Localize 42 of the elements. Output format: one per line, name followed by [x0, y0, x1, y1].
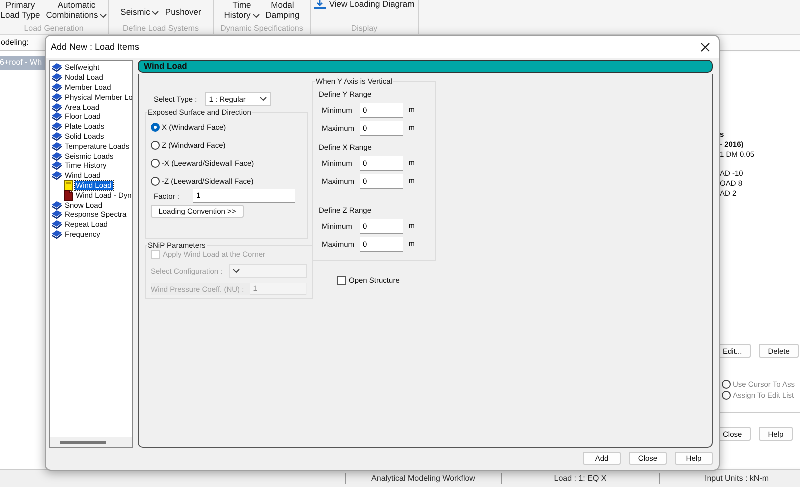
book-icon	[52, 142, 62, 151]
book-icon	[52, 171, 62, 180]
radio-button[interactable]	[722, 391, 731, 400]
window-title: Add New : Load Items	[50, 42, 140, 52]
scrollbar[interactable]	[50, 437, 132, 447]
book-icon	[52, 220, 62, 230]
book-icon	[52, 210, 62, 220]
book-icon	[52, 63, 62, 72]
status-text: Input Units : kN-m	[659, 473, 770, 484]
book-icon	[52, 200, 62, 210]
book-icon	[52, 152, 62, 161]
toolbar-label: odeling:	[0, 38, 30, 47]
book-icon	[52, 82, 62, 92]
close-icon	[700, 42, 710, 52]
document-icon	[64, 190, 73, 201]
book-icon	[52, 102, 62, 112]
group-label: Dynamic Specifications	[220, 24, 304, 33]
ribbon-button[interactable]: Time History	[224, 0, 260, 20]
panel-header: Wind Load	[138, 60, 713, 73]
ribbon-button[interactable]: Pushover	[165, 7, 202, 17]
book-icon	[52, 230, 62, 239]
ribbon-button[interactable]: Modal Damping	[266, 0, 300, 20]
group-label: Load Generation	[24, 24, 84, 33]
group-label: Define Load Systems	[122, 24, 200, 33]
book-icon	[52, 161, 62, 170]
note-icon	[64, 180, 73, 191]
status-text: Load : 1: EQ X	[501, 473, 659, 484]
ribbon-button[interactable]: Primary Load Type	[0, 0, 40, 20]
status-text: Analytical Modeling Workflow	[345, 473, 501, 484]
book-icon	[52, 112, 62, 122]
ribbon-button[interactable]: Automatic Combinations	[46, 0, 108, 20]
radio-button[interactable]	[722, 380, 731, 389]
group-label: Display	[351, 24, 378, 33]
book-icon	[52, 132, 62, 141]
ribbon-button[interactable]: Seismic	[120, 7, 160, 17]
caret-icon	[232, 269, 240, 273]
ribbon-button[interactable]: View Loading Diagram	[314, 0, 415, 9]
book-icon	[52, 122, 62, 132]
arrow-icon	[314, 0, 326, 9]
book-icon	[52, 92, 62, 102]
book-icon	[52, 73, 62, 82]
caret-icon	[260, 97, 268, 101]
